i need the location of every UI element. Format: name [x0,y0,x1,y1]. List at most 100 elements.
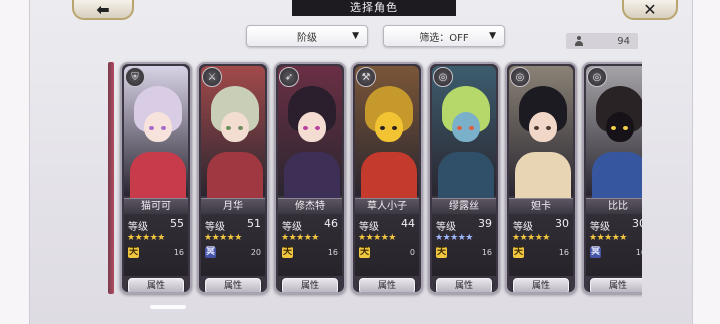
star-rating: ★★★★★ [589,233,627,243]
character-card[interactable]: ◎ 妲卡 等级 30 ★★★★★ 天 16 属性 [505,62,577,294]
character-card[interactable]: ◎ 缪露丝 等级 39 ★★★★★ 天 16 属性 [428,62,500,294]
star-rating: ★★★★★ [435,233,473,243]
portrait-eye [392,126,397,130]
portrait-eye [149,126,154,130]
spear-icon: ➶ [279,67,299,87]
level-label: 等级 [128,222,148,233]
attributes-button[interactable]: 属性 [513,278,569,292]
character-card[interactable]: ⛨ 猫可可 等级 55 ★★★★★ 天 16 属性 [120,62,192,294]
level-label: 等级 [205,222,225,233]
element-icon: 天 [282,247,293,258]
whip-icon: ◎ [510,67,530,87]
star-rating: ★★★★★ [512,233,550,243]
whip-icon: ◎ [587,67,607,87]
character-card[interactable]: ⚔ 月华 等级 51 ★★★★★ 冥 20 属性 [197,62,269,294]
left-border [0,0,30,324]
sword-icon: ⚔ [202,67,222,87]
portrait-outfit [361,152,417,202]
chevron-down-icon: ▼ [489,31,496,41]
sub-value: 16 [635,248,642,257]
character-list[interactable]: ⛨ 猫可可 等级 55 ★★★★★ 天 16 属性 ⚔ 月华 等级 51 ★★★… [108,56,642,302]
level-label: 等级 [359,222,379,233]
attributes-button[interactable]: 属性 [590,278,642,292]
level-label: 等级 [590,222,610,233]
sub-value: 0 [409,248,415,257]
character-name: 月华 [201,198,265,214]
partial-card[interactable] [108,62,114,294]
star-rating: ★★★★★ [127,233,165,243]
portrait-outfit [438,152,494,202]
close-button[interactable]: ✕ [622,0,678,20]
star-rating: ★★★★★ [281,233,319,243]
star-rating: ★★★★★ [204,233,242,243]
portrait-outfit [207,152,263,202]
sub-value: 16 [481,248,492,257]
character-stats: 等级 30 ★★★★★ 冥 16 [586,214,642,276]
attributes-button[interactable]: 属性 [205,278,261,292]
level-value: 46 [324,217,338,230]
portrait-outfit [284,152,340,202]
arrow-left-icon: ⬅ [96,0,110,19]
character-name: 比比 [586,198,642,214]
sub-value: 16 [327,248,338,257]
portrait-eye [457,126,462,130]
roster-count-value: 94 [617,35,630,47]
scrollbar-thumb[interactable] [150,305,186,309]
attributes-button[interactable]: 属性 [359,278,415,292]
portrait-eye [380,126,385,130]
portrait-outfit [592,152,642,202]
character-stats: 等级 55 ★★★★★ 天 16 [124,214,188,276]
character-card[interactable]: ⚒ 草人小子 等级 44 ★★★★★ 天 0 属性 [351,62,423,294]
character-name: 妲卡 [509,198,573,214]
portrait-outfit [130,152,186,202]
level-value: 30 [555,217,569,230]
character-card[interactable]: ◎ 比比 等级 30 ★★★★★ 冥 16 属性 [582,62,642,294]
portrait-outfit [515,152,571,202]
chevron-down-icon: ▼ [352,31,359,41]
portrait-eye [623,126,628,130]
sub-value: 20 [250,248,261,257]
level-value: 39 [478,217,492,230]
portrait-eye [469,126,474,130]
character-stats: 等级 39 ★★★★★ 天 16 [432,214,496,276]
roster-count: 94 [566,33,638,49]
level-label: 等级 [282,222,302,233]
level-label: 等级 [513,222,533,233]
element-icon: 天 [359,247,370,258]
character-stats: 等级 46 ★★★★★ 天 16 [278,214,342,276]
attributes-button[interactable]: 属性 [282,278,338,292]
character-name: 缪露丝 [432,198,496,214]
sort-dropdown-label: 阶级 [297,32,317,44]
sort-dropdown[interactable]: 阶级 ▼ [246,25,368,47]
level-value: 51 [247,217,261,230]
character-card[interactable]: ➶ 修杰特 等级 46 ★★★★★ 天 16 属性 [274,62,346,294]
filter-dropdown[interactable]: 筛选：OFF ▼ [383,25,505,47]
close-icon: ✕ [643,0,657,19]
right-border [692,0,720,324]
star-rating: ★★★★★ [358,233,396,243]
element-icon: 冥 [590,247,601,258]
level-label: 等级 [436,222,456,233]
portrait-eye [546,126,551,130]
shield-icon: ⛨ [125,67,145,87]
whip-icon: ◎ [433,67,453,87]
attributes-button[interactable]: 属性 [436,278,492,292]
element-icon: 冥 [205,247,216,258]
filter-dropdown-label: 筛选：OFF [419,32,469,44]
character-name: 修杰特 [278,198,342,214]
level-value: 30 [632,217,642,230]
portrait-eye [315,126,320,130]
attributes-button[interactable]: 属性 [128,278,184,292]
page-title: 选择角色 [292,0,456,16]
portrait-eye [303,126,308,130]
level-value: 44 [401,217,415,230]
portrait-eye [161,126,166,130]
portrait-eye [238,126,243,130]
axe-icon: ⚒ [356,67,376,87]
character-stats: 等级 30 ★★★★★ 天 16 [509,214,573,276]
level-value: 55 [170,217,184,230]
element-icon: 天 [436,247,447,258]
element-icon: 天 [128,247,139,258]
sub-value: 16 [173,248,184,257]
back-button[interactable]: ⬅ [72,0,134,20]
